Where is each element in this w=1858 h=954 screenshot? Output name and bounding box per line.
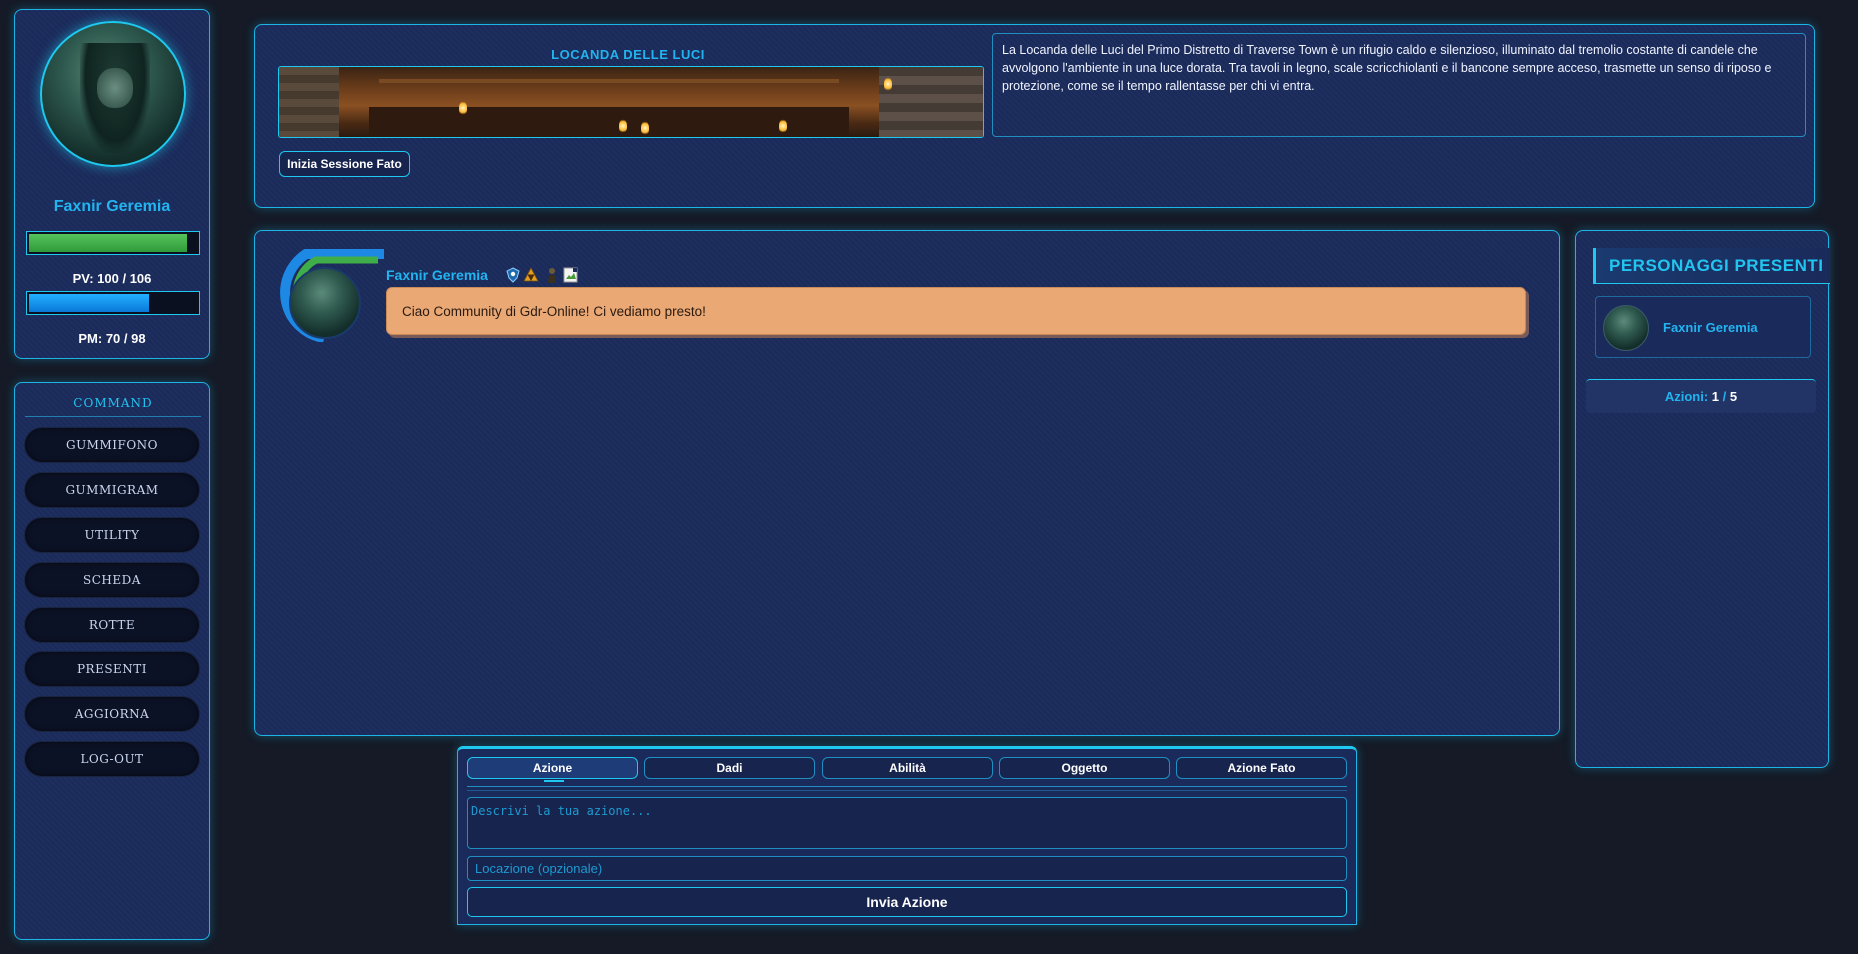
- command-aggiorna-button[interactable]: AGGIORNA: [24, 696, 200, 732]
- start-fate-session-button[interactable]: Inizia Sessione Fato: [279, 151, 410, 177]
- composer-divider: [467, 786, 1347, 787]
- banner-stone-wall-right: [879, 67, 983, 137]
- hp-bar-fill: [29, 234, 188, 252]
- candle-icon: [459, 101, 467, 115]
- avatar-face: [97, 68, 133, 108]
- banner-stone-wall-left: [279, 67, 339, 137]
- composer-divider: [467, 790, 1347, 791]
- hp-label: PV: 100 / 106: [72, 271, 152, 286]
- mp-bar: [26, 291, 200, 315]
- mp-label: PM: 70 / 98: [78, 331, 146, 346]
- shield-icon: [506, 267, 520, 283]
- send-action-button[interactable]: Invia Azione: [467, 887, 1347, 917]
- command-panel: COMMAND GUMMIFONO GUMMIGRAM UTILITY SCHE…: [14, 382, 210, 940]
- broken-image-icon: [563, 267, 578, 283]
- command-title: COMMAND: [25, 396, 201, 417]
- present-character-avatar: [1603, 305, 1649, 351]
- command-rotte-button[interactable]: ROTTE: [24, 607, 200, 643]
- location-title: LOCANDA DELLE LUCI: [551, 47, 705, 62]
- profile-name[interactable]: Faxnir Geremia: [15, 198, 209, 216]
- command-gummigram-button[interactable]: GUMMIGRAM: [24, 472, 200, 508]
- command-presenti-button[interactable]: PRESENTI: [24, 651, 200, 687]
- candle-icon: [779, 119, 787, 133]
- present-characters-panel: PERSONAGGI PRESENTI Faxnir Geremia Azion…: [1575, 230, 1830, 768]
- banner-counter: [369, 107, 849, 137]
- message-bubble: Ciao Community di Gdr-Online! Ci vediamo…: [386, 287, 1526, 335]
- tab-azione-fato[interactable]: Azione Fato: [1176, 757, 1347, 779]
- command-logout-button[interactable]: LOG-OUT: [24, 741, 200, 777]
- mp-bar-fill: [29, 294, 149, 312]
- figure-icon: [548, 268, 556, 283]
- tab-dadi[interactable]: Dadi: [644, 757, 815, 779]
- candle-icon: [884, 77, 892, 91]
- present-character-item[interactable]: Faxnir Geremia: [1595, 296, 1811, 358]
- location-input[interactable]: [467, 856, 1347, 881]
- actions-current: 1: [1711, 389, 1720, 404]
- actions-separator: /: [1722, 389, 1727, 404]
- location-panel: LOCANDA DELLE LUCI La Locanda delle Luci…: [254, 24, 1815, 208]
- present-characters-title: PERSONAGGI PRESENTI: [1593, 248, 1830, 284]
- profile-panel: Faxnir Geremia PV: 100 / 106 PM: 70 / 98: [14, 9, 210, 359]
- action-description-input[interactable]: [467, 797, 1347, 849]
- message-author[interactable]: Faxnir Geremia: [386, 267, 488, 283]
- command-scheda-button[interactable]: SCHEDA: [24, 562, 200, 598]
- actions-counter: Azioni: 1 / 5: [1586, 379, 1816, 413]
- profile-avatar[interactable]: [40, 21, 186, 167]
- tab-oggetto[interactable]: Oggetto: [999, 757, 1170, 779]
- tab-abilita[interactable]: Abilità: [822, 757, 993, 779]
- location-description: La Locanda delle Luci del Primo Distrett…: [992, 33, 1806, 137]
- tab-azione[interactable]: Azione: [467, 757, 638, 782]
- hp-bar: [26, 231, 200, 255]
- banner-shelf: [379, 79, 839, 83]
- present-character-name[interactable]: Faxnir Geremia: [1663, 320, 1758, 335]
- chat-panel: Faxnir Geremia Ciao Community di Gdr-Onl…: [254, 230, 1560, 736]
- command-gummifono-button[interactable]: GUMMIFONO: [24, 427, 200, 463]
- action-composer: Azione Dadi Abilità Oggetto Azione Fato …: [457, 746, 1357, 925]
- candle-icon: [641, 121, 649, 135]
- actions-label: Azioni:: [1664, 389, 1709, 404]
- actions-max: 5: [1729, 389, 1738, 404]
- candle-icon: [619, 119, 627, 133]
- command-utility-button[interactable]: UTILITY: [24, 517, 200, 553]
- location-banner-image: [278, 66, 984, 138]
- triforce-icon: [523, 267, 539, 282]
- message-avatar[interactable]: [289, 267, 361, 339]
